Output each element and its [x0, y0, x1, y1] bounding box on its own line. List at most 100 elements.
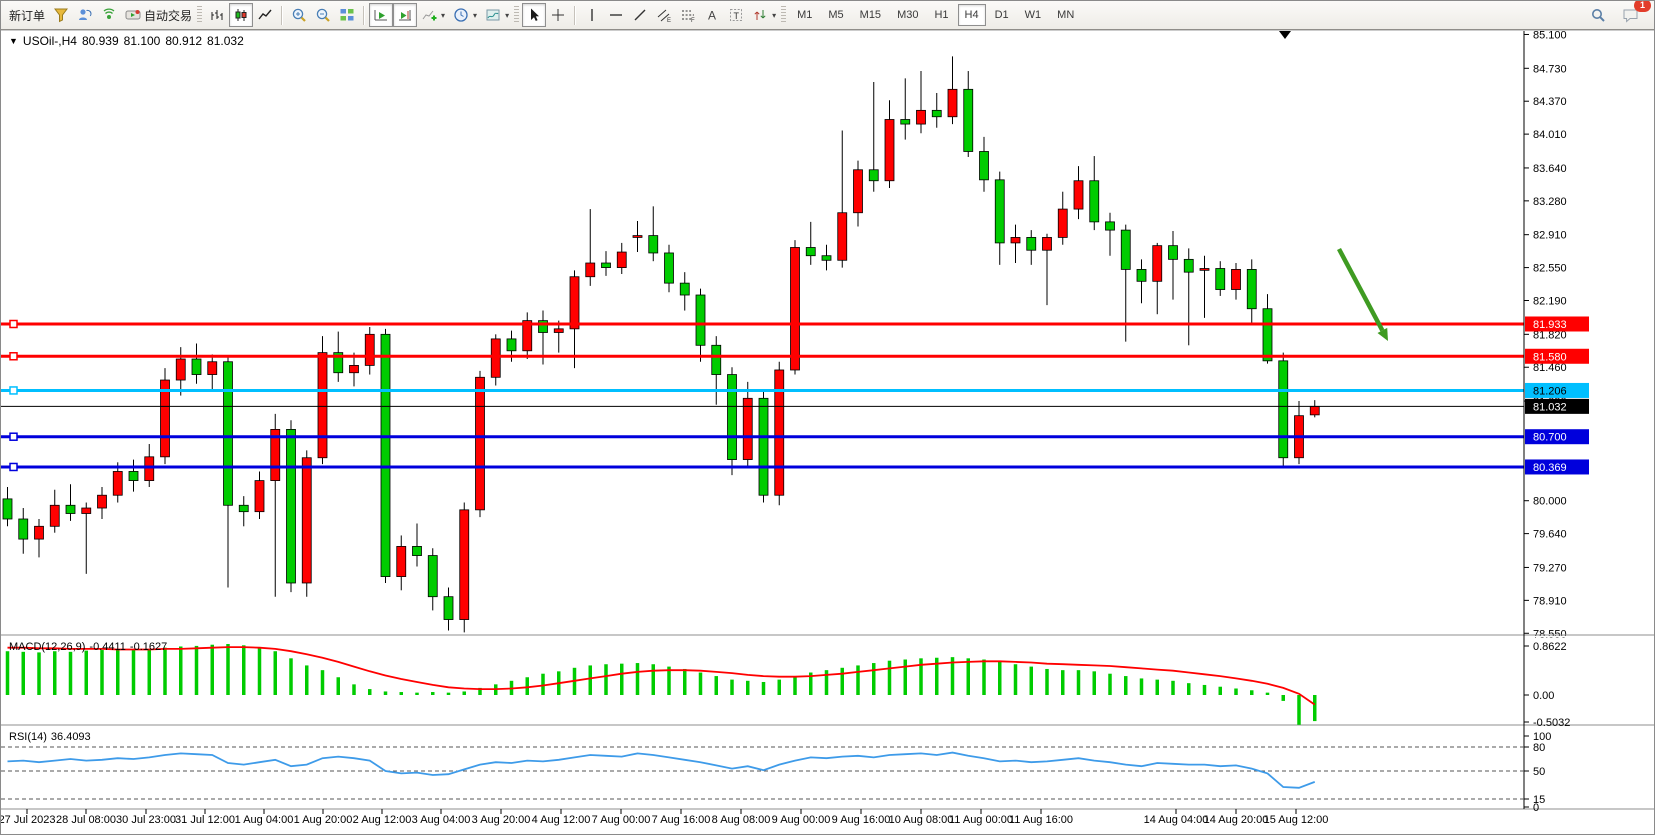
traders-community-button[interactable]: [73, 3, 97, 27]
rsi-name: RSI(14): [9, 731, 47, 743]
svg-text:83.280: 83.280: [1533, 196, 1567, 208]
timeframe-m15[interactable]: M15: [853, 4, 888, 26]
chart-canvas[interactable]: 85.10084.73084.37084.01083.64083.28082.9…: [1, 1, 1655, 835]
zoom-out-icon: [315, 7, 331, 23]
hline-anchor[interactable]: [10, 353, 17, 360]
zoom-in-button[interactable]: [287, 3, 311, 27]
svg-text:-0.5032: -0.5032: [1533, 717, 1570, 729]
chevron-down-icon: ▾: [772, 11, 776, 20]
svg-text:81.460: 81.460: [1533, 362, 1567, 374]
svg-text:0: 0: [1533, 802, 1539, 814]
svg-text:50: 50: [1533, 766, 1545, 778]
auto-trading-icon: [125, 7, 141, 23]
svg-text:82.910: 82.910: [1533, 230, 1567, 242]
timeframe-w1[interactable]: W1: [1018, 4, 1049, 26]
tile-windows-icon: [339, 7, 355, 23]
svg-text:15 Aug 12:00: 15 Aug 12:00: [1264, 814, 1329, 826]
toolbar: 新订单 自动交易: [1, 1, 1654, 30]
toolbar-grip: [514, 6, 519, 24]
new-order-button[interactable]: 新订单: [5, 3, 49, 27]
templates-button[interactable]: ▾: [481, 3, 513, 27]
channel-tool-button[interactable]: E: [652, 3, 676, 27]
cursor-arrow-icon: [526, 7, 542, 23]
zoom-in-icon: [291, 7, 307, 23]
auto-scroll-icon: [373, 7, 389, 23]
svg-text:85.100: 85.100: [1533, 29, 1567, 41]
arrows-tool-button[interactable]: ▾: [748, 3, 780, 27]
svg-text:82.550: 82.550: [1533, 263, 1567, 275]
fibonacci-tool-button[interactable]: F: [676, 3, 700, 27]
tile-windows-button[interactable]: [335, 3, 359, 27]
signals-button[interactable]: [97, 3, 121, 27]
timeframe-h1[interactable]: H1: [927, 4, 955, 26]
macd-name: MACD(12,26,9): [9, 641, 85, 653]
line-chart-button[interactable]: [253, 3, 277, 27]
timeframe-m1[interactable]: M1: [790, 4, 819, 26]
horizontal-line-tool-button[interactable]: [604, 3, 628, 27]
svg-text:31 Jul 12:00: 31 Jul 12:00: [175, 814, 235, 826]
svg-text:81.933: 81.933: [1533, 319, 1567, 331]
macd-signal-value: -0.1627: [130, 641, 167, 653]
svg-text:80.369: 80.369: [1533, 462, 1567, 474]
search-button[interactable]: [1586, 3, 1610, 27]
svg-text:81.580: 81.580: [1533, 351, 1567, 363]
hline-anchor[interactable]: [10, 320, 17, 327]
text-tool-button[interactable]: A: [700, 3, 724, 27]
vertical-line-tool-button[interactable]: [580, 3, 604, 27]
svg-text:10 Aug 08:00: 10 Aug 08:00: [889, 814, 954, 826]
macd-label: MACD(12,26,9) -0.4411 -0.1627: [9, 641, 171, 653]
label-tool-button[interactable]: T: [724, 3, 748, 27]
timeframe-d1[interactable]: D1: [988, 4, 1016, 26]
svg-text:T: T: [734, 11, 740, 21]
mt4-window: 85.10084.73084.37084.01083.64083.28082.9…: [0, 0, 1655, 835]
toolbar-right-group: 1: [1586, 3, 1650, 27]
hline-anchor[interactable]: [10, 463, 17, 470]
bar-chart-icon: [209, 7, 225, 23]
svg-text:82.190: 82.190: [1533, 296, 1567, 308]
funnel-button[interactable]: [49, 3, 73, 27]
candlestick-chart-icon: [233, 7, 249, 23]
new-order-label: 新订单: [9, 7, 45, 24]
crosshair-button[interactable]: [546, 3, 570, 27]
timeframe-mn[interactable]: MN: [1050, 4, 1081, 26]
svg-text:E: E: [667, 18, 671, 23]
template-icon: [485, 7, 501, 23]
line-chart-icon: [257, 7, 273, 23]
svg-text:80: 80: [1533, 742, 1545, 754]
high-value: 81.100: [124, 34, 161, 48]
candlestick-chart-button[interactable]: [229, 3, 253, 27]
macd-value: -0.4411: [89, 641, 126, 653]
collapse-triangle-icon[interactable]: ▼: [9, 36, 18, 46]
bar-chart-button[interactable]: [205, 3, 229, 27]
svg-text:14 Aug 20:00: 14 Aug 20:00: [1204, 814, 1269, 826]
auto-trading-button[interactable]: 自动交易: [121, 3, 196, 27]
cursor-button[interactable]: [522, 3, 546, 27]
toolbar-separator: [363, 6, 365, 25]
timeframe-h4[interactable]: H4: [958, 4, 986, 26]
rsi-label: RSI(14)36.4093: [9, 731, 95, 743]
svg-text:2 Aug 12:00: 2 Aug 12:00: [353, 814, 412, 826]
zoom-out-button[interactable]: [311, 3, 335, 27]
add-indicator-button[interactable]: ▾: [417, 3, 449, 27]
svg-text:1 Aug 04:00: 1 Aug 04:00: [235, 814, 294, 826]
timeframe-m5[interactable]: M5: [821, 4, 850, 26]
chart-title[interactable]: ▼ USOil-,H4 80.939 81.100 80.912 81.032: [9, 34, 244, 48]
vertical-line-icon: [584, 7, 600, 23]
trendline-icon: [632, 7, 648, 23]
close-value: 81.032: [207, 34, 244, 48]
hline-anchor[interactable]: [10, 433, 17, 440]
svg-text:81.032: 81.032: [1533, 401, 1567, 413]
toolbar-grip: [197, 6, 202, 24]
horizontal-line-icon: [608, 7, 624, 23]
timeframe-m30[interactable]: M30: [890, 4, 925, 26]
trendline-tool-button[interactable]: [628, 3, 652, 27]
svg-text:9 Aug 16:00: 9 Aug 16:00: [832, 814, 891, 826]
auto-scroll-button[interactable]: [369, 3, 393, 27]
svg-text:0.8622: 0.8622: [1533, 641, 1567, 653]
svg-text:4 Aug 12:00: 4 Aug 12:00: [532, 814, 591, 826]
chart-shift-icon: [397, 7, 413, 23]
chart-shift-button[interactable]: [393, 3, 417, 27]
periods-button[interactable]: ▾: [449, 3, 481, 27]
svg-text:3 Aug 20:00: 3 Aug 20:00: [472, 814, 531, 826]
hline-anchor[interactable]: [10, 387, 17, 394]
